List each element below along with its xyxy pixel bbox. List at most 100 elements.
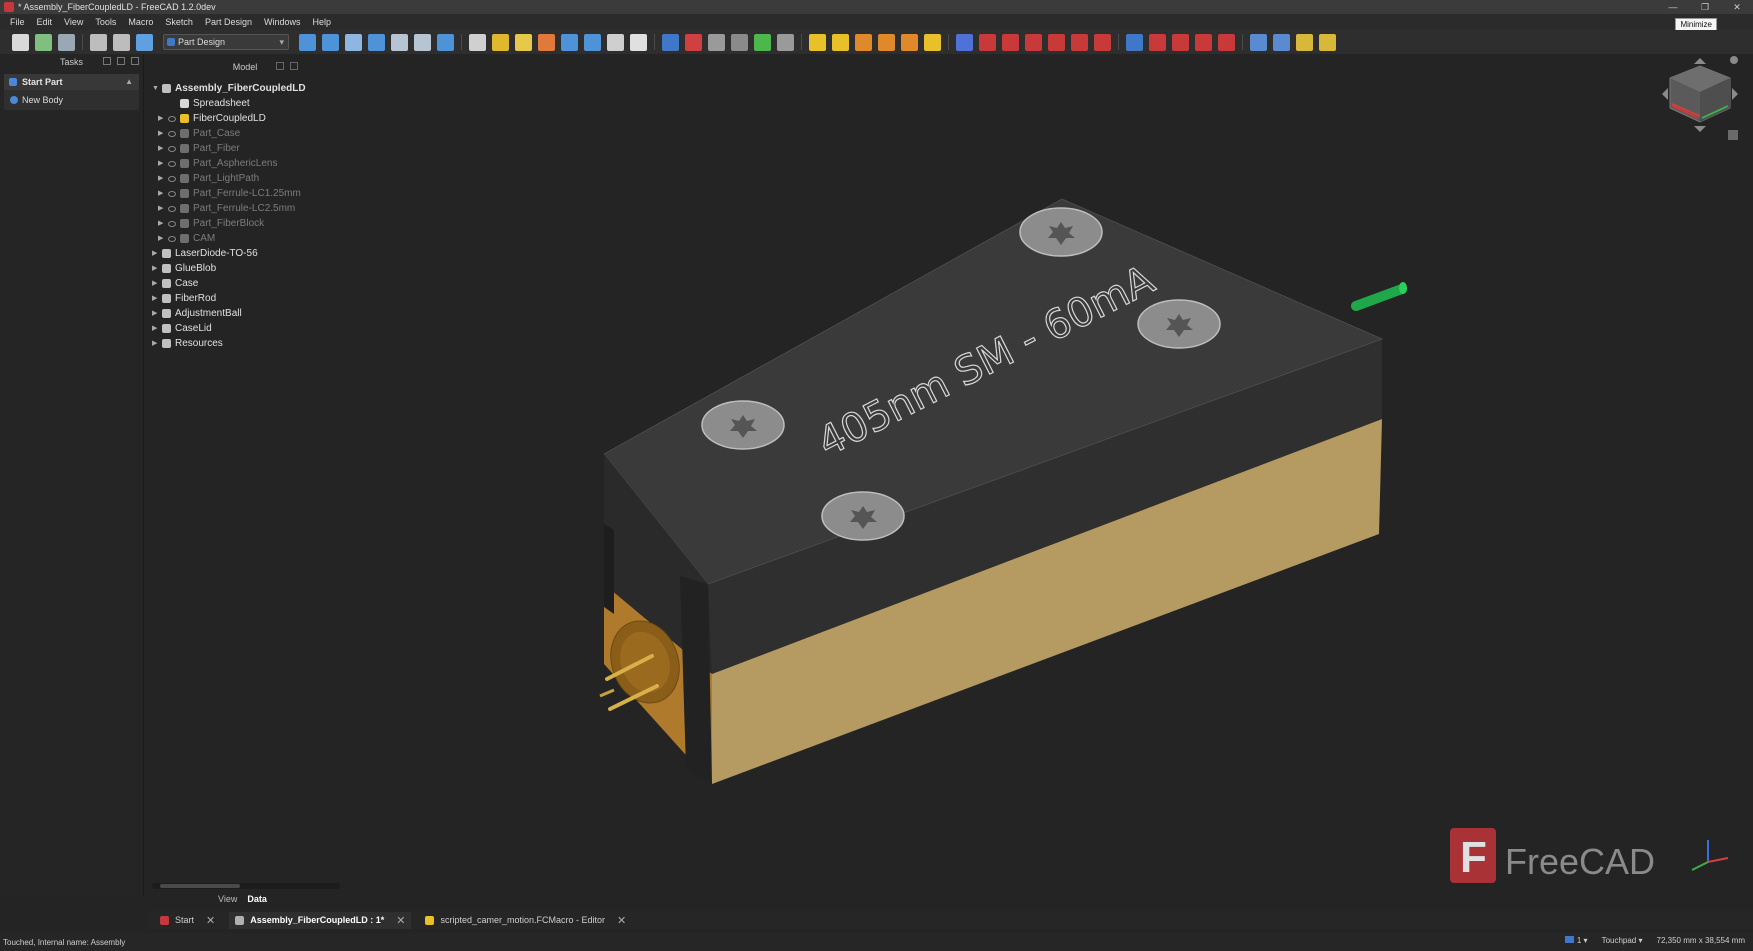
tree-item[interactable]: ▶ Part_Ferrule-LC2.5mm [148,201,342,216]
lid-screw[interactable] [821,491,905,541]
standard-views-icon[interactable] [414,33,431,51]
close-tab-icon[interactable]: ✕ [396,914,405,927]
collapse-arrow-icon[interactable]: ▶ [158,156,163,171]
menu-help[interactable]: Help [306,17,337,27]
validate-sketch-icon[interactable] [708,33,725,51]
page-selector[interactable]: 1 ▾ [1564,936,1588,945]
groove-icon[interactable] [1002,33,1019,51]
scrollbar-thumb[interactable] [160,884,240,888]
collapse-arrow-icon[interactable]: ▶ [152,306,157,321]
nav-menu-icon[interactable] [1730,56,1738,64]
close-panel-icon[interactable] [290,62,298,70]
expression-icon[interactable] [607,33,624,51]
visibility-icon[interactable] [168,146,176,152]
subtractive-loft-icon[interactable] [1025,33,1042,51]
menu-windows[interactable]: Windows [258,17,307,27]
tree-item[interactable]: ▶ Part_LightPath [148,171,342,186]
loft-icon[interactable] [855,33,872,51]
nav-cube-menu-icon[interactable] [1728,130,1738,140]
minimize-button[interactable]: — [1657,0,1689,14]
tree-item[interactable]: ▶ LaserDiode-TO-56 [148,246,342,261]
tree-item[interactable]: ▶ GlueBlob [148,261,342,276]
expand-arrow-icon[interactable]: ▼ [152,81,159,96]
create-part-icon[interactable] [515,33,532,51]
restore-button[interactable]: ❐ [1689,0,1721,14]
collapse-arrow-icon[interactable]: ▶ [158,141,163,156]
3d-viewport[interactable]: 405nm SM - 60mA F FreeCAD [342,54,1753,910]
float-panel-icon[interactable] [276,62,284,70]
menu-view[interactable]: View [58,17,89,27]
draft-icon[interactable] [1195,33,1212,51]
boolean-icon[interactable] [1126,33,1143,51]
tree-item[interactable]: ▶ Part_Case [148,126,342,141]
lid-screw[interactable] [1019,207,1103,257]
undo-icon[interactable] [90,33,107,51]
subtractive-helix-icon[interactable] [1071,33,1088,51]
link-icon[interactable] [469,33,486,51]
multi-transform-icon[interactable] [1319,33,1336,51]
visibility-icon[interactable] [168,221,176,227]
mirrored-icon[interactable] [1250,33,1267,51]
tree-horizontal-scrollbar[interactable] [152,883,340,889]
fillet-icon[interactable] [1149,33,1166,51]
refresh-icon[interactable] [136,33,153,51]
close-panel-icon[interactable] [131,57,139,65]
visibility-icon[interactable] [168,116,176,122]
menu-tools[interactable]: Tools [89,17,122,27]
link-actions-icon[interactable] [584,33,601,51]
isometric-view-icon[interactable] [345,33,362,51]
tab-start[interactable]: Start ✕ [154,912,221,929]
revolution-icon[interactable] [832,33,849,51]
collapse-arrow-icon[interactable]: ▶ [152,291,157,306]
menu-part-design[interactable]: Part Design [199,17,258,27]
linear-pattern-icon[interactable] [1273,33,1290,51]
task-box-header[interactable]: Start Part ▲ [4,74,139,90]
visibility-icon[interactable] [168,161,176,167]
tab-data[interactable]: Data [247,894,267,904]
hole-icon[interactable] [979,33,996,51]
tree-item[interactable]: Spreadsheet [148,96,342,111]
collapse-arrow-icon[interactable]: ▶ [152,261,157,276]
collapse-arrow-icon[interactable]: ▶ [158,231,163,246]
collapse-arrow-icon[interactable]: ▶ [158,186,163,201]
menu-edit[interactable]: Edit [31,17,59,27]
collapse-arrow-icon[interactable]: ▶ [158,126,163,141]
visibility-icon[interactable] [168,236,176,242]
menu-sketch[interactable]: Sketch [159,17,199,27]
tree-item[interactable]: ▶ AdjustmentBall [148,306,342,321]
create-body-icon[interactable] [662,33,679,51]
group-icon[interactable] [561,33,578,51]
float-panel-icon[interactable] [103,57,111,65]
pad-icon[interactable] [809,33,826,51]
lock-icon[interactable] [492,33,509,51]
visibility-icon[interactable] [168,131,176,137]
restore-panel-icon[interactable] [117,57,125,65]
navigation-style-selector[interactable]: Touchpad ▾ [1602,936,1643,945]
tab-assembly[interactable]: Assembly_FiberCoupledLD : 1* ✕ [229,911,412,929]
close-button[interactable]: ✕ [1721,0,1753,14]
datum-axis-icon[interactable] [538,33,555,51]
datum-point-icon[interactable] [777,33,794,51]
fiber-rod[interactable] [1351,284,1407,311]
save-icon[interactable] [58,33,75,51]
tree-item[interactable]: ▶ Part_FiberBlock [148,216,342,231]
tab-view[interactable]: View [218,894,237,904]
additive-primitive-icon[interactable] [924,33,941,51]
whats-this-icon[interactable] [630,33,647,51]
nav-arrow-down-icon[interactable] [1694,126,1706,132]
pocket-icon[interactable] [956,33,973,51]
menu-file[interactable]: File [4,17,31,27]
collapse-arrow-icon[interactable]: ▶ [152,336,157,351]
shape-binder-icon[interactable] [731,33,748,51]
tree-item[interactable]: ▶ Part_Ferrule-LC1.25mm [148,186,342,201]
collapse-arrow-icon[interactable]: ▶ [152,321,157,336]
create-sketch-icon[interactable] [685,33,702,51]
tree-item[interactable]: ▶ CaseLid [148,321,342,336]
helix-icon[interactable] [901,33,918,51]
new-body-task[interactable]: New Body [4,90,139,110]
tree-item[interactable]: ▶ Part_AsphericLens [148,156,342,171]
collapse-arrow-icon[interactable]: ▲ [125,74,133,90]
close-tab-icon[interactable]: ✕ [206,914,215,927]
subtractive-primitive-icon[interactable] [1094,33,1111,51]
redo-icon[interactable] [113,33,130,51]
